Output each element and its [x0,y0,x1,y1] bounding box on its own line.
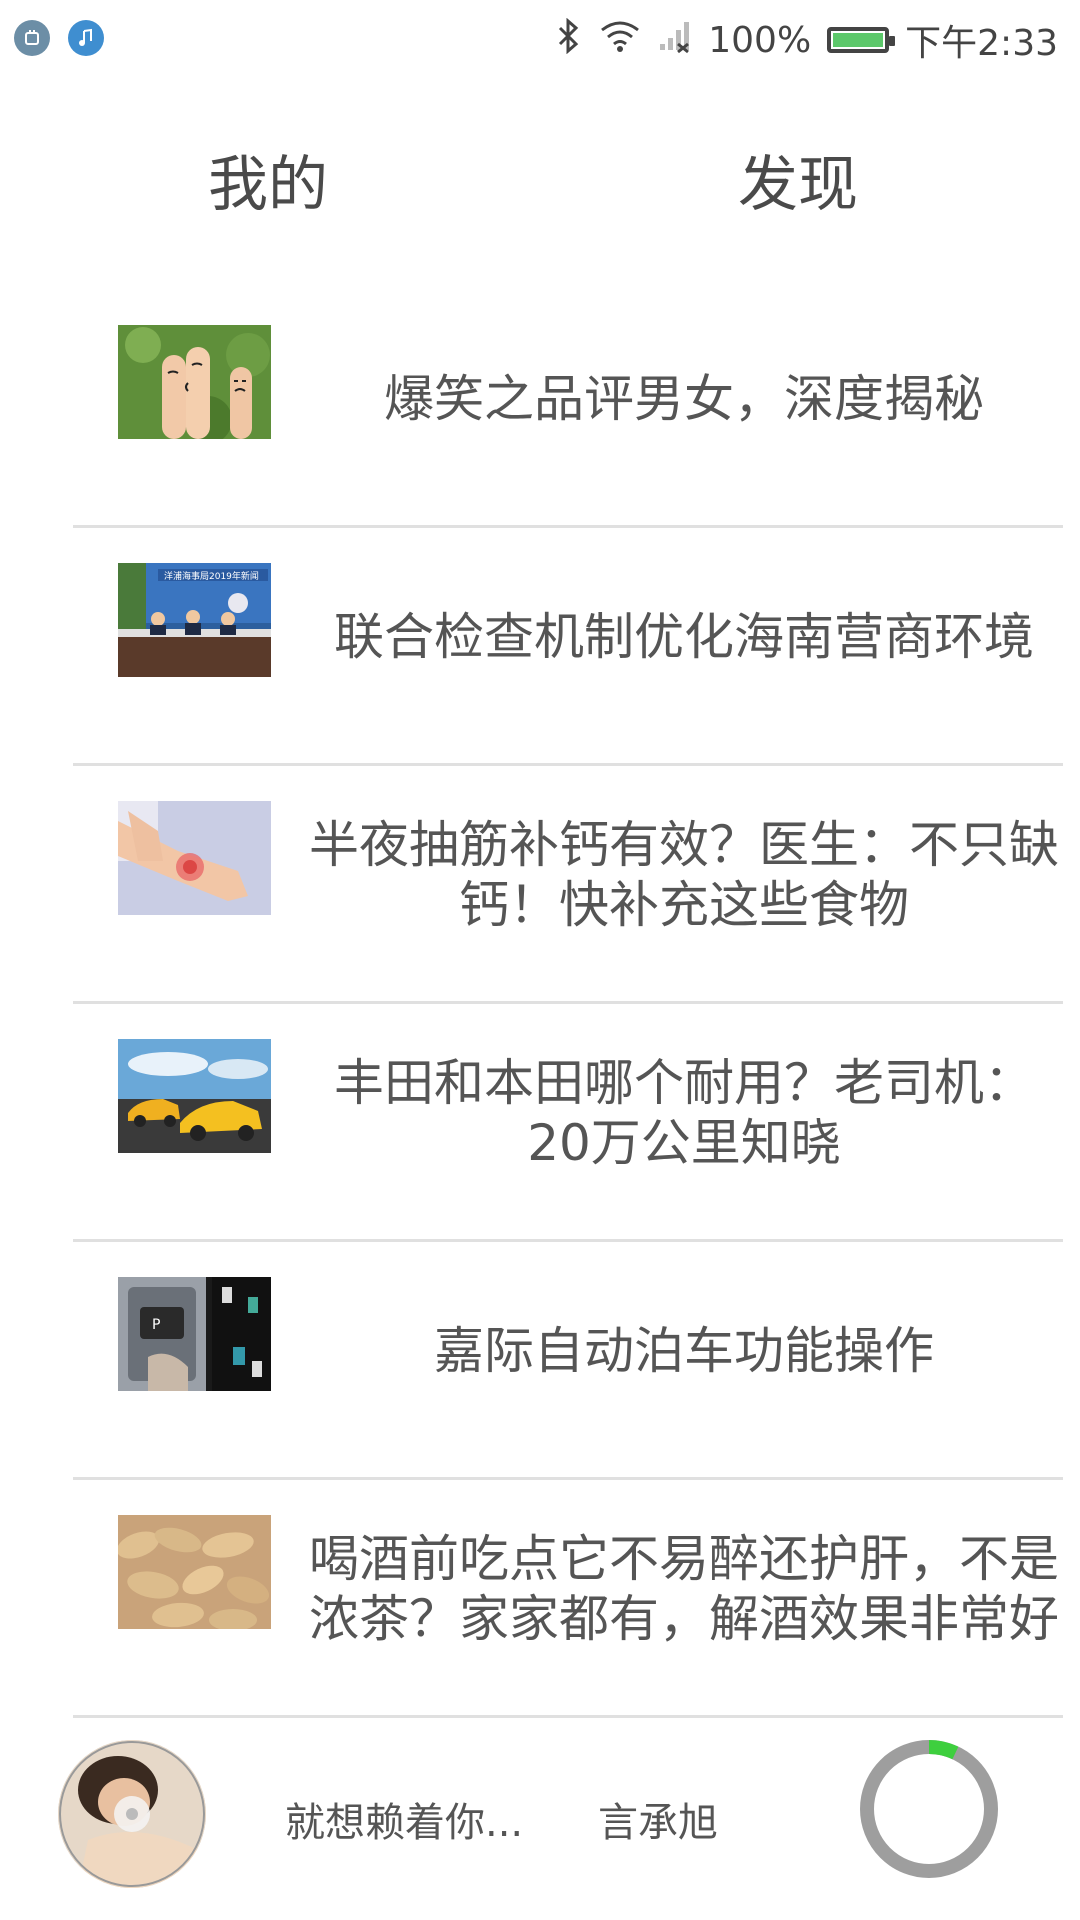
article-title: 半夜抽筋补钙有效？医生：不只缺钙！快补充这些食物 [309,815,1059,934]
battery-level [833,33,884,47]
artist-name: 言承旭 [598,1800,718,1846]
top-tabs: 我的 发现 [0,100,1080,240]
article-title: 嘉际自动泊车功能操作 [434,1321,934,1380]
list-item[interactable]: 半夜抽筋补钙有效？医生：不只缺钙！快补充这些食物 [73,766,1063,1004]
song-title: 就想赖着你... [285,1800,524,1846]
list-item[interactable]: 喝酒前吃点它不易醉还护肝，不是浓茶？家家都有，解酒效果非常好 [73,1480,1063,1718]
signal-icon [658,18,692,63]
status-bar: 100% 下午2:33 [0,0,1080,76]
list-item[interactable]: 洋浦海事局2019年新闻 联合检查机制优化海南营商环境 [73,528,1063,766]
leg-cramp-thumbnail [118,801,271,915]
list-item[interactable]: 丰田和本田哪个耐用？老司机：20万公里知晓 [73,1004,1063,1242]
article-title: 联合检查机制优化海南营商环境 [334,607,1034,666]
wifi-icon [598,18,642,63]
battery-percent: 100% [708,19,812,61]
list-item[interactable]: 爆笑之品评男女，深度揭秘 [73,290,1063,528]
yellow-sports-cars-thumbnail [118,1039,271,1153]
notification-app-icon [14,20,50,56]
music-app-icon [68,20,104,56]
svg-text:P: P [152,1317,160,1333]
play-progress-ring[interactable] [858,1738,1000,1880]
ginger-thumbnail [118,1515,271,1629]
progress-track [860,1740,998,1878]
list-item[interactable]: P 嘉际自动泊车功能操作 [73,1242,1063,1480]
tab-discover[interactable]: 发现 [738,136,858,223]
mini-player[interactable]: 就想赖着你... 言承旭 [0,1700,1080,1920]
article-title: 爆笑之品评男女，深度揭秘 [384,369,984,428]
article-title: 喝酒前吃点它不易醉还护肝，不是浓茶？家家都有，解酒效果非常好 [309,1529,1059,1648]
article-list: 爆笑之品评男女，深度揭秘 洋浦海事局2019年新闻 联合检查机制优化海南营商环境 [0,290,1080,1718]
tab-mine[interactable]: 我的 [208,136,328,223]
svg-text:洋浦海事局2019年新闻: 洋浦海事局2019年新闻 [164,570,259,582]
clock: 下午2:33 [905,23,1058,64]
press-conference-thumbnail: 洋浦海事局2019年新闻 [118,563,271,677]
bluetooth-icon [554,17,582,63]
album-cover[interactable] [58,1740,206,1888]
parking-assist-thumbnail: P [118,1277,271,1391]
battery-icon [827,27,896,53]
finger-faces-thumbnail [118,325,271,439]
article-title: 丰田和本田哪个耐用？老司机：20万公里知晓 [334,1053,1034,1172]
